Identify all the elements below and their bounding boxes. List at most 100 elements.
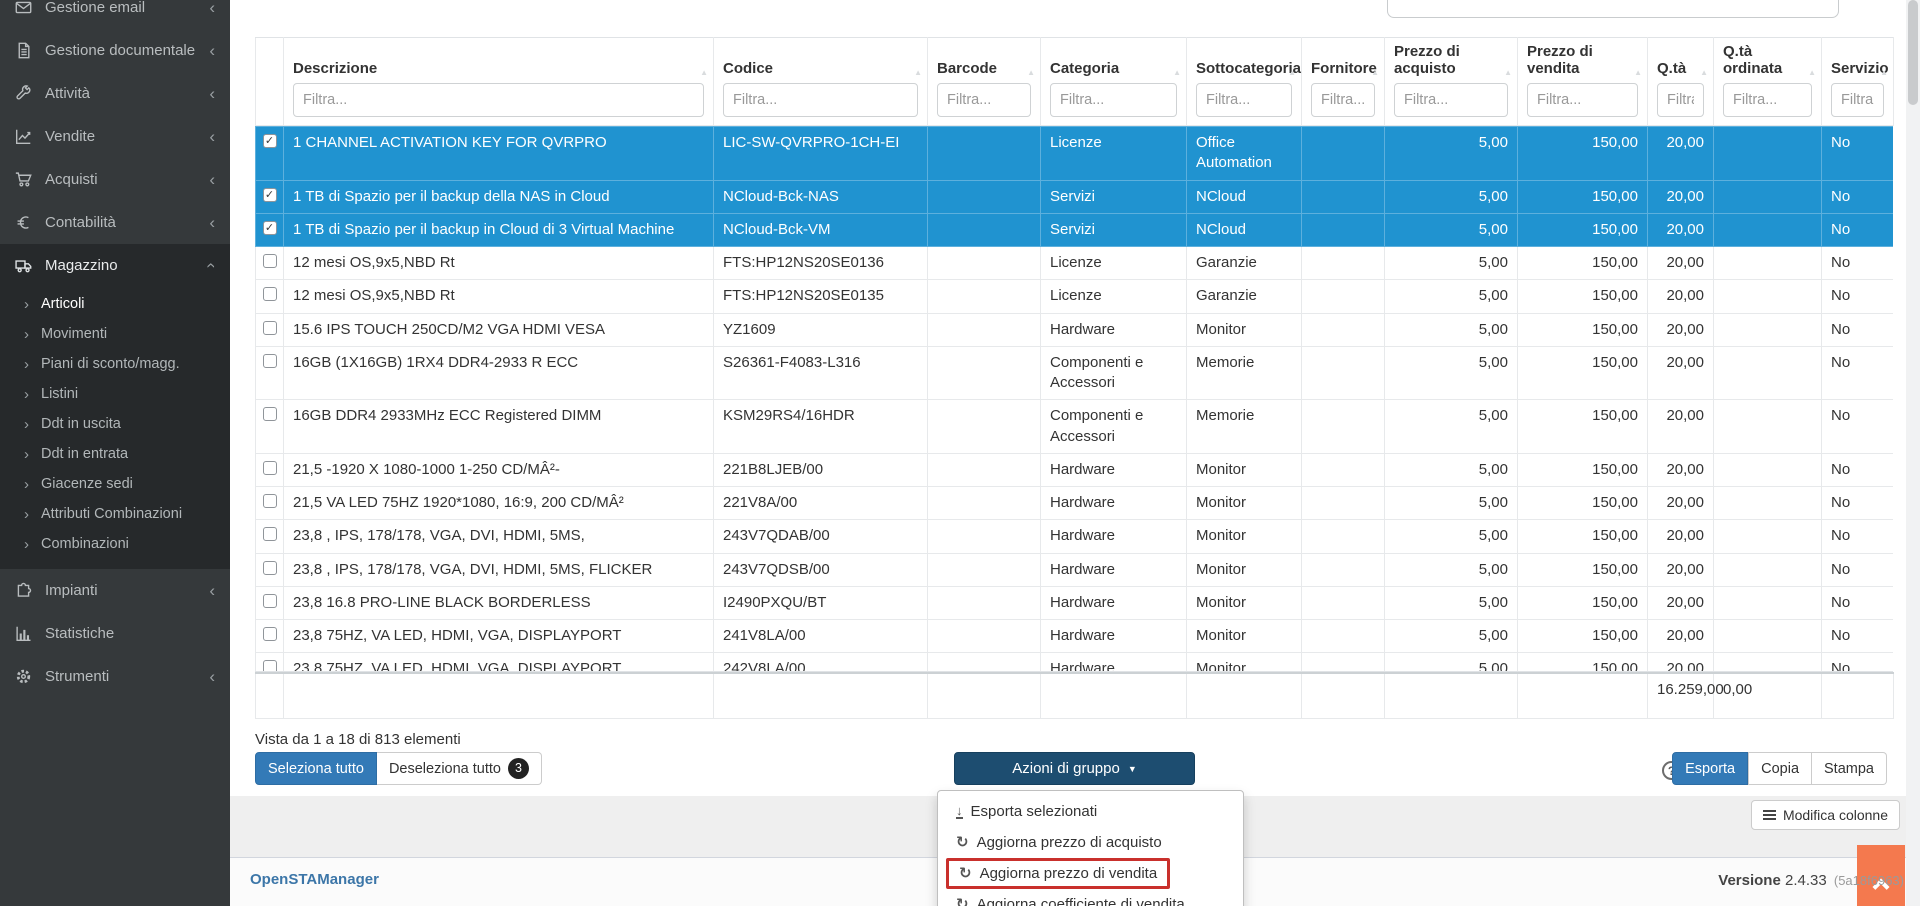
sidebar-item-gestione-documentale[interactable]: Gestione documentale ‹ <box>0 29 230 72</box>
row-checkbox[interactable] <box>262 627 277 641</box>
row-checkbox[interactable] <box>262 527 277 542</box>
table-row[interactable]: ✓ 1 CHANNEL ACTIVATION KEY FOR QVRPRO LIC-… <box>255 126 1893 181</box>
table-row[interactable]: ✓ 1 TB di Spazio per il backup in Cloud d… <box>255 212 1893 248</box>
row-checkbox[interactable] <box>262 407 277 422</box>
sidebar-item-contabilita[interactable]: Contabilità ‹ <box>0 201 230 244</box>
sidebar-subitem-ddt-in-uscita[interactable]: › Ddt in uscita <box>0 409 230 439</box>
row-checkbox[interactable]: ✓ <box>262 187 277 202</box>
cart-icon <box>15 171 32 188</box>
table-row[interactable]: 23,8 , IPS, 178/178, VGA, DVI, HDMI, 5MS… <box>255 552 1893 587</box>
sidebar-subitem-articoli[interactable]: › Articoli <box>0 289 230 319</box>
table-body: ✓ 1 CHANNEL ACTIVATION KEY FOR QVRPRO LIC-… <box>255 126 1893 671</box>
sidebar-subitem-combinazioni[interactable]: › Combinazioni <box>0 529 230 559</box>
table-row[interactable]: 12 mesi OS,9x5,NBD Rt FTS:HP12NS20SE0135 L… <box>255 279 1893 314</box>
column-header-barcode[interactable]: Barcode ▲ <box>927 37 1041 126</box>
table-row[interactable]: ✓ 1 TB di Spazio per il backup della NAS … <box>255 179 1893 214</box>
select-all-button[interactable]: Seleziona tutto <box>255 752 377 785</box>
column-header-prezzo-di-acquisto[interactable]: Prezzo di acquisto ▲ <box>1384 37 1518 126</box>
scrollbar-track <box>1906 0 1920 906</box>
cell-prezzo_acquisto: 5,00 <box>1384 519 1518 554</box>
filter-input-q-t-ordinata[interactable] <box>1723 83 1812 117</box>
sidebar-item-statistiche[interactable]: Statistiche <box>0 612 230 655</box>
filter-input-fornitore[interactable] <box>1311 83 1375 117</box>
table-row[interactable]: 21,5 -1920 X 1080-1000 1-250 CD/MÂ²- 221B… <box>255 452 1893 488</box>
wrench-icon <box>15 85 32 102</box>
column-header-fornitore[interactable]: Fornitore ▲ <box>1301 37 1385 126</box>
row-checkbox[interactable] <box>262 287 277 302</box>
column-header-q-t[interactable]: Q.tà ▲ <box>1647 37 1714 126</box>
column-header-codice[interactable]: Codice ▲ <box>713 37 928 126</box>
row-checkbox[interactable] <box>262 353 277 368</box>
table-row[interactable]: 16GB (1X16GB) 1RX4 DDR4-2933 R ECC S26361… <box>255 345 1893 401</box>
row-checkbox[interactable] <box>262 660 277 671</box>
modify-columns-button[interactable]: Modifica colonne <box>1750 800 1900 830</box>
filter-input-sottocategoria[interactable] <box>1196 83 1292 117</box>
row-checkbox[interactable]: ✓ <box>262 134 277 148</box>
copy-button[interactable]: Copia <box>1748 752 1813 785</box>
group-actions-button[interactable]: Azioni di gruppo ▼ <box>954 752 1195 785</box>
sidebar-item-acquisti[interactable]: Acquisti ‹ <box>0 158 230 201</box>
sidebar-subitem-giacenze-sedi[interactable]: › Giacenze sedi <box>0 469 230 499</box>
column-header-sottocategoria[interactable]: Sottocategoria ▲ <box>1186 37 1302 126</box>
cell-fornitore <box>1301 312 1385 347</box>
table-row[interactable]: 12 mesi OS,9x5,NBD Rt FTS:HP12NS20SE0136 L… <box>255 245 1893 281</box>
sidebar-subitem-listini[interactable]: › Listini <box>0 379 230 409</box>
menu-item-aggiorna-prezzo-di-acquisto[interactable]: ↻ Aggiorna prezzo di acquisto <box>938 827 1243 858</box>
column-header-servizio[interactable]: Servizio ▲ <box>1821 37 1894 126</box>
cell-codice: I2490PXQU/BT <box>713 585 928 621</box>
menu-item-aggiorna-coefficiente-di-vendita[interactable]: ↻ Aggiorna coefficiente di vendita <box>938 889 1243 906</box>
column-header-prezzo-di-vendita[interactable]: Prezzo di vendita ▲ <box>1517 37 1648 126</box>
row-checkbox[interactable] <box>262 320 277 335</box>
table-row[interactable]: 15.6 IPS TOUCH 250CD/M2 VGA HDMI VESA YZ1… <box>255 312 1893 347</box>
row-checkbox[interactable] <box>262 560 277 575</box>
table-scroll-region[interactable]: ✓ 1 CHANNEL ACTIVATION KEY FOR QVRPRO LIC-… <box>255 126 1893 672</box>
filter-input-q-t[interactable] <box>1657 83 1704 117</box>
select-all-header-cell[interactable] <box>255 37 284 126</box>
menu-item-aggiorna-prezzo-di-vendita[interactable]: ↻ Aggiorna prezzo di vendita <box>938 858 1243 889</box>
filter-input-prezzo-di-acquisto[interactable] <box>1394 83 1508 117</box>
column-label: Q.tà <box>1657 59 1687 77</box>
deselect-all-button[interactable]: Deseleziona tutto 3 <box>376 752 542 785</box>
table-row[interactable]: 23,8 , IPS, 178/178, VGA, DVI, HDMI, 5MS… <box>255 519 1893 554</box>
table-row[interactable]: 23,8 16.8 PRO-LINE BLACK BORDERLESS I2490… <box>255 585 1893 621</box>
sidebar-subitem-ddt-in-entrata[interactable]: › Ddt in entrata <box>0 439 230 469</box>
sidebar-subitem-attributi-combinazioni[interactable]: › Attributi Combinazioni <box>0 499 230 529</box>
scrollbar-thumb[interactable] <box>1908 0 1918 105</box>
top-search-input[interactable] <box>1387 0 1839 18</box>
cell-sottocategoria: Office Automation <box>1186 126 1302 181</box>
row-checkbox[interactable] <box>262 593 277 608</box>
filter-input-servizio[interactable] <box>1831 83 1884 117</box>
column-header-descrizione[interactable]: Descrizione ▲ <box>283 37 714 126</box>
table-row[interactable]: 23,8 75HZ, VA LED, HDMI, VGA, DISPLAYPOR… <box>255 618 1893 654</box>
sidebar-item-vendite[interactable]: Vendite ‹ <box>0 115 230 158</box>
brand-link[interactable]: OpenSTAManager <box>250 871 379 888</box>
cell-codice: 243V7QDSB/00 <box>713 552 928 587</box>
cell-codice: FTS:HP12NS20SE0136 <box>713 245 928 281</box>
table-row[interactable]: 21,5 VA LED 75HZ 1920*1080, 16:9, 200 CD… <box>255 485 1893 521</box>
sidebar-item-gestione-email[interactable]: Gestione email ‹ <box>0 0 230 29</box>
filter-input-barcode[interactable] <box>937 83 1031 117</box>
column-header-categoria[interactable]: Categoria ▲ <box>1040 37 1187 126</box>
sidebar-subitem-piani-di-sconto-magg[interactable]: › Piani di sconto/magg. <box>0 349 230 379</box>
row-checkbox[interactable] <box>262 460 277 475</box>
table-row[interactable]: 16GB DDR4 2933MHz ECC Registered DIMM KSM… <box>255 399 1893 454</box>
sidebar-item-attivita[interactable]: Attività ‹ <box>0 72 230 115</box>
filter-input-codice[interactable] <box>723 83 918 117</box>
menu-item-label: Aggiorna prezzo di vendita <box>979 865 1158 882</box>
export-button[interactable]: Esporta <box>1672 752 1749 785</box>
print-button[interactable]: Stampa <box>1812 752 1887 785</box>
filter-input-descrizione[interactable] <box>293 83 704 117</box>
menu-item-esporta-selezionati[interactable]: ↓ Esporta selezionati <box>938 796 1243 827</box>
sidebar-subitem-label: Attributi Combinazioni <box>41 506 183 522</box>
sidebar-item-impianti[interactable]: Impianti ‹ <box>0 569 230 612</box>
sidebar-item-strumenti[interactable]: Strumenti ‹ <box>0 655 230 698</box>
sidebar-subitem-movimenti[interactable]: › Movimenti <box>0 319 230 349</box>
filter-input-prezzo-di-vendita[interactable] <box>1527 83 1638 117</box>
column-header-q-t-ordinata[interactable]: Q.tà ordinata ▲ <box>1713 37 1822 126</box>
filter-input-categoria[interactable] <box>1050 83 1177 117</box>
row-checkbox[interactable] <box>262 254 277 268</box>
row-checkbox[interactable] <box>262 494 277 508</box>
row-checkbox[interactable]: ✓ <box>262 220 277 235</box>
table-row[interactable]: 23,8 75HZ, VA LED, HDMI, VGA, DISPLAYPOR… <box>255 652 1893 671</box>
sidebar-item-magazzino[interactable]: Magazzino ‹ <box>0 244 230 287</box>
